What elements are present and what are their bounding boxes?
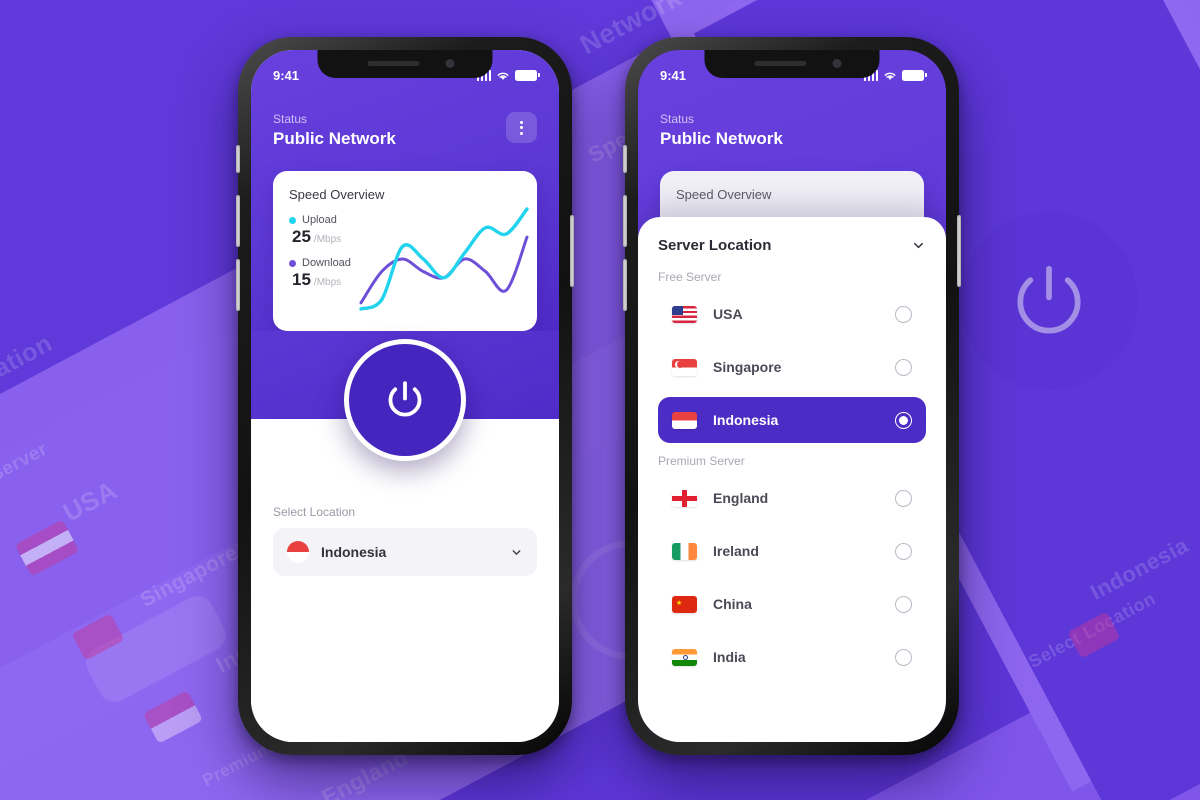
vpn-power-button[interactable] bbox=[344, 339, 466, 461]
server-row-singapore[interactable]: Singapore bbox=[658, 344, 926, 390]
server-row-ireland[interactable]: Ireland bbox=[658, 528, 926, 574]
server-row-china[interactable]: ★ China bbox=[658, 581, 926, 627]
wifi-icon bbox=[884, 72, 896, 80]
download-value: 15 bbox=[292, 270, 311, 289]
volume-up-button[interactable] bbox=[236, 195, 240, 247]
server-radio-button[interactable] bbox=[895, 411, 912, 429]
server-row-india[interactable]: India bbox=[658, 634, 926, 680]
front-camera-right bbox=[832, 59, 842, 68]
bg-power-icon bbox=[960, 212, 1138, 390]
dimmed-speed-card-title: Speed Overview bbox=[676, 187, 772, 202]
server-name: China bbox=[713, 596, 752, 612]
notch-right bbox=[704, 50, 880, 78]
select-location-label: Select Location bbox=[273, 505, 356, 519]
server-radio-button[interactable] bbox=[895, 489, 912, 507]
left-hero-section: 9:41 Status Public Network Speed Overvie… bbox=[251, 50, 559, 331]
server-location-sheet: Server Location Free Server USA Singapore I… bbox=[638, 217, 946, 742]
server-name: USA bbox=[713, 306, 743, 322]
server-radio-button[interactable] bbox=[895, 648, 912, 666]
download-unit: /Mbps bbox=[313, 277, 342, 288]
sheet-header[interactable]: Server Location bbox=[658, 237, 926, 254]
speed-overview-card: Speed Overview Upload 25/Mbps Download 1… bbox=[273, 171, 537, 331]
left-lower-section: Select Location Indonesia Your IP 162.18… bbox=[251, 419, 559, 742]
ireland-flag-icon bbox=[672, 542, 697, 560]
server-name: India bbox=[713, 649, 746, 665]
server-radio-button[interactable] bbox=[895, 358, 912, 376]
selected-location-name: Indonesia bbox=[321, 544, 387, 560]
mute-switch-right[interactable] bbox=[623, 145, 627, 173]
england-flag-icon bbox=[672, 489, 697, 507]
notch bbox=[317, 50, 493, 78]
status-value: Public Network bbox=[273, 129, 396, 148]
mute-switch[interactable] bbox=[236, 145, 240, 173]
wifi-icon bbox=[497, 72, 509, 80]
server-row-indonesia[interactable]: Indonesia bbox=[658, 397, 926, 443]
volume-up-button-right[interactable] bbox=[623, 195, 627, 247]
power-side-button[interactable] bbox=[570, 215, 574, 287]
status-text-group: Status Public Network bbox=[273, 112, 396, 149]
right-status-row: Status Public Network bbox=[660, 94, 924, 149]
server-group-label-free-server: Free Server bbox=[658, 270, 722, 284]
upload-value: 25 bbox=[292, 227, 311, 246]
phone-right-device: 9:41 Status Public Network Speed Overvie… bbox=[623, 37, 961, 755]
earpiece-speaker bbox=[367, 61, 420, 66]
china-flag-icon: ★ bbox=[672, 595, 697, 613]
server-name: Ireland bbox=[713, 543, 759, 559]
volume-down-button-right[interactable] bbox=[623, 259, 627, 311]
volume-down-button[interactable] bbox=[236, 259, 240, 311]
speed-line-chart bbox=[359, 207, 529, 311]
upload-unit: /Mbps bbox=[313, 234, 342, 245]
upload-label: Upload bbox=[302, 214, 337, 226]
server-row-usa[interactable]: USA bbox=[658, 291, 926, 337]
battery-icon bbox=[515, 69, 540, 81]
server-groups: Free Server USA Singapore Indonesia Premium … bbox=[658, 270, 926, 680]
power-zone bbox=[251, 331, 559, 461]
earpiece-speaker-right bbox=[754, 61, 807, 66]
status-label: Status bbox=[273, 112, 308, 126]
server-row-england[interactable]: England bbox=[658, 475, 926, 521]
sheet-title: Server Location bbox=[658, 237, 772, 254]
singapore-flag-icon bbox=[672, 358, 697, 376]
server-name: Singapore bbox=[713, 359, 782, 375]
server-radio-button[interactable] bbox=[895, 305, 912, 323]
download-dot-icon bbox=[289, 259, 296, 267]
india-flag-icon bbox=[672, 648, 697, 666]
left-status-row: Status Public Network bbox=[273, 94, 537, 149]
server-name: Indonesia bbox=[713, 412, 779, 428]
front-camera bbox=[445, 59, 455, 68]
status-bar-time-right: 9:41 bbox=[660, 67, 687, 83]
status-text-group-right: Status Public Network bbox=[660, 112, 783, 149]
phone-left-device: 9:41 Status Public Network Speed Overvie… bbox=[236, 37, 574, 755]
server-radio-button[interactable] bbox=[895, 542, 912, 560]
power-side-button-right[interactable] bbox=[957, 215, 961, 287]
server-name: England bbox=[713, 490, 769, 506]
indonesia-flag-icon bbox=[287, 541, 309, 563]
chevron-down-icon bbox=[512, 549, 521, 555]
chevron-down-icon[interactable] bbox=[911, 238, 926, 253]
server-group-label-premium-server: Premium Server bbox=[658, 454, 745, 468]
usa-flag-icon bbox=[672, 305, 697, 323]
power-icon bbox=[388, 381, 422, 417]
indonesia-flag-icon bbox=[672, 411, 697, 429]
download-label: Download bbox=[302, 257, 351, 269]
speed-card-title: Speed Overview bbox=[289, 187, 385, 202]
status-value-right: Public Network bbox=[660, 129, 783, 148]
overflow-menu-icon[interactable] bbox=[506, 112, 537, 143]
battery-icon bbox=[902, 69, 927, 81]
status-bar-time: 9:41 bbox=[273, 67, 300, 83]
background-artwork: Network Speed ation Server USA Singapore… bbox=[0, 0, 1200, 800]
upload-dot-icon bbox=[289, 216, 296, 224]
server-radio-button[interactable] bbox=[895, 595, 912, 613]
location-select[interactable]: Indonesia bbox=[273, 528, 537, 576]
phone-right-screen: 9:41 Status Public Network Speed Overvie… bbox=[638, 50, 946, 742]
phone-left-screen: 9:41 Status Public Network Speed Overvie… bbox=[251, 50, 559, 742]
status-label-right: Status bbox=[660, 112, 695, 126]
